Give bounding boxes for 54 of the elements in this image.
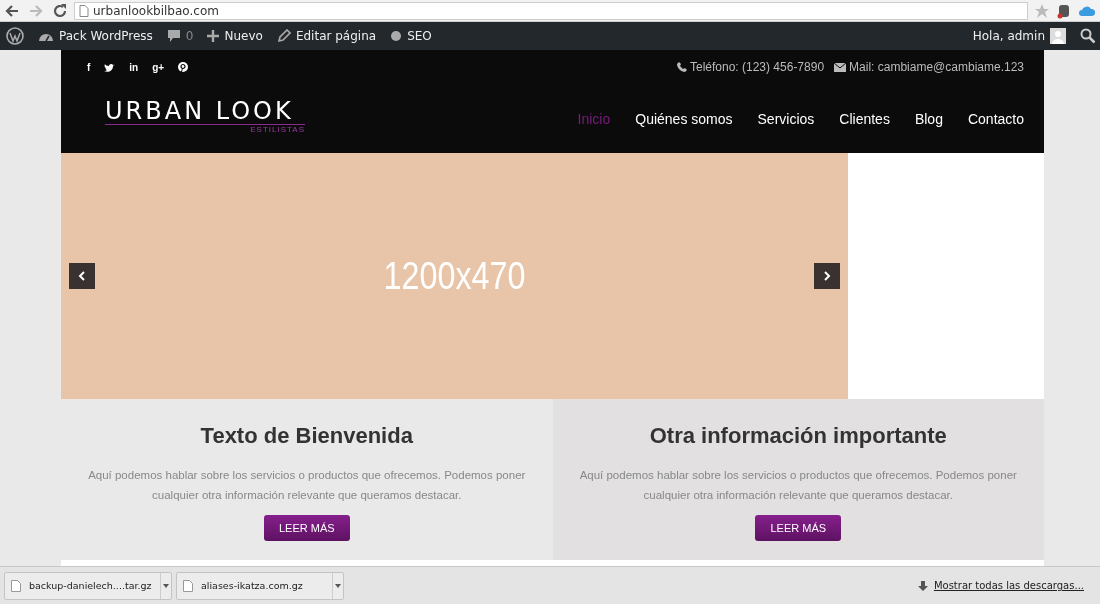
plus-icon [207,30,220,42]
nav-link[interactable]: Clientes [839,110,890,127]
social-link[interactable]: in [129,61,139,73]
file-icon [11,579,21,592]
reload-icon[interactable] [52,2,68,19]
phone-icon [676,62,687,72]
download-item[interactable]: aliases-ikatza.com.gz [176,571,344,600]
nav-link[interactable]: Servicios [757,110,815,127]
bird-icon[interactable] [104,62,116,72]
mail-text: Mail: cambiame@cambiame.123 [834,60,1024,74]
next-slide-button[interactable] [814,263,840,289]
chevron-left-icon [77,271,87,281]
pencil-icon [276,29,291,43]
site-menu[interactable]: Pack WordPress [38,29,153,43]
logo[interactable]: URBAN LOOK ESTILISTAS [105,97,305,134]
page-icon [79,4,89,17]
chevron-right-icon [822,271,832,281]
nav-link[interactable]: Blog [914,110,943,127]
seo-menu[interactable]: SEO [390,29,432,43]
show-all-downloads-link[interactable]: Mostrar todas las descargas... [933,580,1084,591]
download-item[interactable]: backup-danielech....tar.gz [4,571,172,600]
comments-menu[interactable]: 0 [166,29,194,43]
extension-icon[interactable] [1056,2,1072,19]
section-text: Aquí podemos hablar sobre los servicios o productos que ofrecemos. Podemos poner cualquier otra información relevante que queramos destacar. [578,468,1018,503]
previous-slide-button[interactable] [69,263,95,289]
social-link[interactable]: g+ [152,61,165,73]
new-menu[interactable]: Nuevo [207,29,263,43]
caret-icon[interactable] [335,583,341,588]
phone-text: Teléfono: (123) 456-7890 [676,60,825,74]
address-field[interactable]: urbanlookbilbao.com [74,1,1028,20]
envelope-icon [834,62,847,72]
edit-page-link[interactable]: Editar página [276,29,377,43]
pin-icon[interactable] [178,62,189,72]
url-text: urbanlookbilbao.com [93,3,219,18]
social-link[interactable]: f [87,61,91,73]
nav-link[interactable]: Quiénes somos [635,110,733,127]
circle-icon [390,30,403,42]
search-icon[interactable] [1080,28,1096,44]
section-heading: Otra información importante [649,423,947,449]
account-menu[interactable]: Hola, admin [972,28,1066,44]
read-more-button[interactable]: LEER MÁS [263,515,350,541]
speech-bubble-icon [166,29,181,43]
section-text: Aquí podemos hablar sobre los servicios o productos que ofrecemos. Podemos poner cualquier otra información relevante que queramos destacar. [87,468,527,503]
read-more-button[interactable]: LEER MÁS [755,515,842,541]
section-heading: Texto de Bienvenida [200,423,413,449]
avatar-icon [1050,28,1066,44]
caret-icon[interactable] [163,583,169,588]
file-icon [183,579,193,592]
star-icon[interactable] [1034,2,1050,19]
back-icon[interactable] [4,2,20,19]
slide-caption: 1200x470 [383,254,526,298]
wordpress-logo-icon[interactable] [6,27,24,45]
nav-link[interactable]: Contacto [967,110,1024,127]
download-arrow-icon [917,580,928,591]
